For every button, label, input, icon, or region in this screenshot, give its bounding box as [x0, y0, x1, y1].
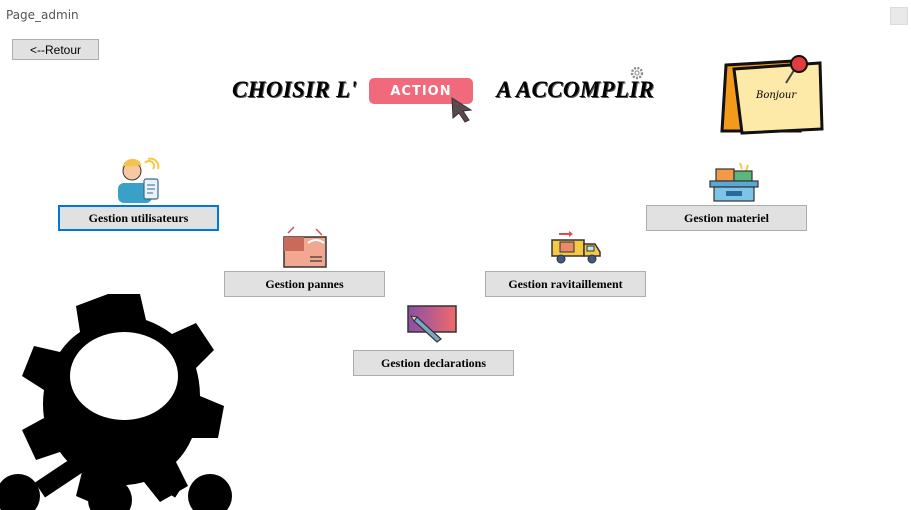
- gestion-ravitaillement-button[interactable]: Gestion ravitaillement: [485, 271, 646, 297]
- title-bar: Page_admin: [0, 0, 911, 30]
- window-control-button[interactable]: [890, 7, 908, 25]
- delivery-truck-icon: [551, 231, 601, 264]
- gestion-pannes-button[interactable]: Gestion pannes: [224, 271, 385, 297]
- gestion-materiel-button[interactable]: Gestion materiel: [646, 205, 807, 231]
- parcel-cart-icon: [709, 162, 759, 202]
- window-title: Page_admin: [6, 8, 79, 22]
- pen-card-icon: [407, 305, 457, 343]
- user-support-icon: [118, 157, 160, 203]
- back-button[interactable]: <--Retour: [12, 39, 99, 60]
- settings-gear-network-icon: [0, 294, 232, 510]
- package-icon: [283, 226, 327, 268]
- heading-part1: CHOISIR L': [232, 77, 358, 102]
- gestion-declarations-button[interactable]: Gestion declarations: [353, 350, 514, 376]
- small-gear-icon: [630, 66, 644, 80]
- heading-part2: A ACCOMPLIR: [496, 77, 655, 102]
- gestion-utilisateurs-button[interactable]: Gestion utilisateurs: [58, 205, 219, 231]
- cursor-arrow-icon: [451, 97, 473, 123]
- sticky-note-text: Bonjour: [756, 90, 797, 101]
